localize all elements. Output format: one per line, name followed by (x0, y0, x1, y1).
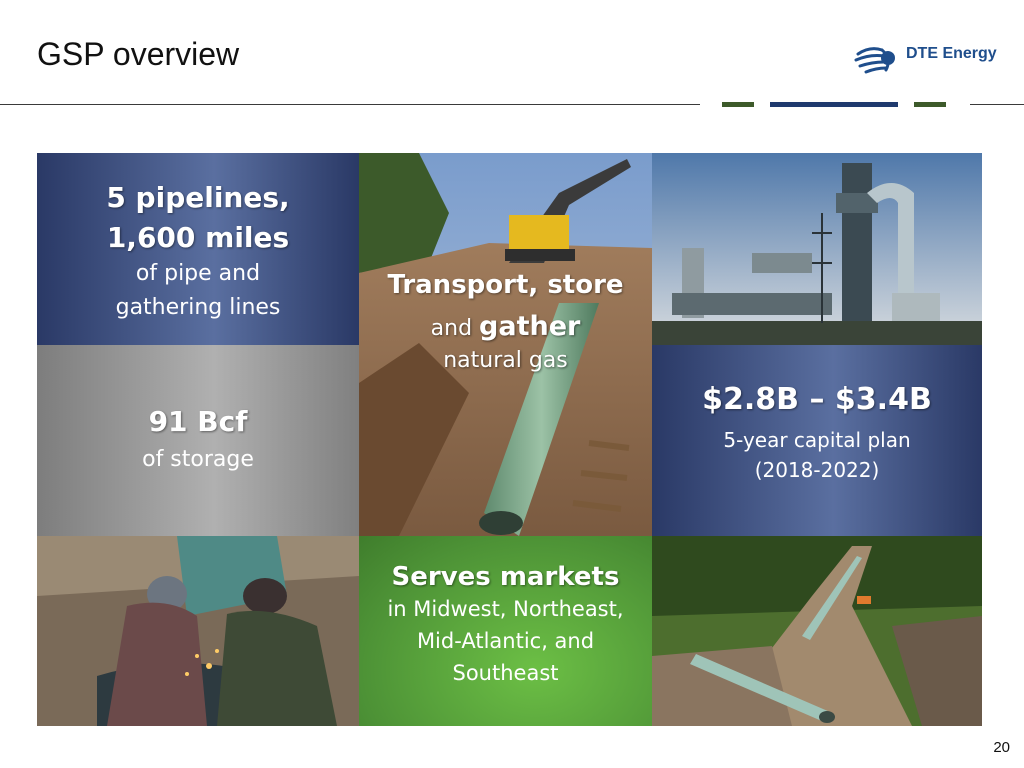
page-title: GSP overview (37, 36, 240, 72)
pipelines-headline-line1: 5 pipelines, (106, 181, 290, 214)
pipeline-right-of-way-photo (652, 536, 982, 726)
gas-facility-photo (652, 153, 982, 345)
page-number: 20 (993, 739, 1010, 756)
transport-and-gather: and gather (359, 309, 652, 347)
welders-photo (37, 536, 359, 726)
accent-bar-navy (770, 102, 898, 107)
storage-tile: 91 Bcf of storage (37, 345, 359, 536)
dte-sun-icon (854, 47, 895, 74)
capital-headline: $2.8B – $3.4B (702, 382, 932, 417)
pipelines-headline-line2: 1,600 miles (106, 221, 290, 254)
excavator-trench-photo: Transport, store and gather natural gas (359, 153, 652, 536)
transport-and-word: and (430, 316, 473, 341)
pipelines-sub-line2: gathering lines (115, 295, 281, 320)
capital-sub-line2: (2018-2022) (754, 458, 880, 482)
storage-headline: 91 Bcf (148, 405, 248, 438)
markets-headline: Serves markets (391, 562, 620, 592)
storage-sub: of storage (142, 447, 254, 472)
dte-energy-logo: DTE Energy (852, 36, 1012, 80)
transport-headline: Transport, store (387, 270, 624, 300)
markets-sub-line1: in Midwest, Northeast, (387, 597, 624, 621)
markets-sub-line2: Mid-Atlantic, and (416, 629, 595, 653)
header-divider-right (970, 104, 1024, 105)
accent-bar-green-1 (722, 102, 754, 107)
accent-bar-green-2 (914, 102, 946, 107)
markets-sub-line3: Southeast (452, 661, 559, 685)
transport-sub: natural gas (443, 348, 568, 373)
capital-sub-line1: 5-year capital plan (723, 428, 911, 452)
capital-plan-tile: $2.8B – $3.4B 5-year capital plan (2018-… (652, 345, 982, 536)
logo-wordmark: DTE Energy (906, 45, 997, 62)
transport-gather-word: gather (479, 311, 581, 342)
pipelines-sub-line1: of pipe and (135, 261, 261, 286)
pipelines-tile: 5 pipelines, 1,600 miles of pipe and gat… (37, 153, 359, 345)
header-divider-left (0, 104, 700, 105)
markets-tile: Serves markets in Midwest, Northeast, Mi… (359, 536, 652, 726)
